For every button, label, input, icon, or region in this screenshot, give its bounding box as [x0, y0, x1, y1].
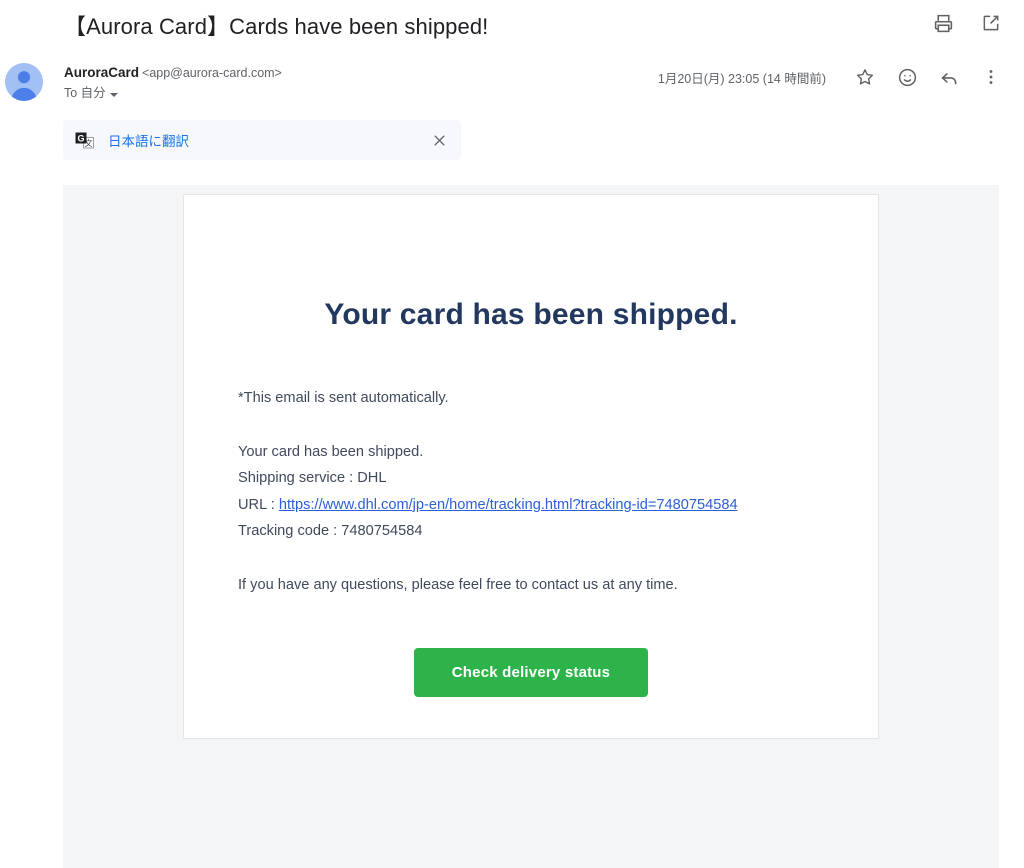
translate-bar: 文 G 日本語に翻訳 [63, 120, 461, 160]
check-delivery-status-button[interactable]: Check delivery status [413, 648, 649, 697]
shipping-service-line: Shipping service : DHL [238, 470, 387, 487]
add-reaction-icon[interactable] [896, 66, 918, 88]
tracking-url-line: URL : https://www.dhl.com/jp-en/home/tra… [238, 492, 848, 519]
email-heading: Your card has been shipped. [324, 298, 738, 331]
translate-to-japanese-link[interactable]: 日本語に翻訳 [108, 130, 189, 150]
recipient-label: To 自分 [64, 86, 106, 101]
email-content-card: Your card has been shipped. *This email … [183, 194, 879, 739]
email-text-content: *This email is sent automatically. Your … [238, 385, 848, 599]
email-body-background: Your card has been shipped. *This email … [63, 185, 999, 868]
print-icon[interactable] [932, 12, 954, 34]
cta-container: Check delivery status [184, 648, 878, 697]
url-label: URL : [238, 496, 279, 513]
subject-actions [932, 12, 1002, 34]
sender-line: AuroraCard <app@aurora-card.com> [64, 64, 282, 82]
svg-text:G: G [77, 133, 84, 143]
chevron-down-icon [109, 92, 118, 97]
recipient-details-toggle[interactable]: To 自分 [64, 85, 118, 102]
reply-icon[interactable] [938, 66, 960, 88]
contact-line: If you have any questions, please feel f… [238, 576, 678, 593]
tracking-url-link[interactable]: https://www.dhl.com/jp-en/home/tracking.… [279, 497, 738, 513]
page-title: 【Aurora Card】Cards have been shipped! [64, 14, 489, 39]
subject-row: 【Aurora Card】Cards have been shipped! [0, 0, 1024, 52]
message-header-row: AuroraCard <app@aurora-card.com> To 自分 1月… [0, 58, 1024, 114]
star-icon[interactable] [854, 66, 876, 88]
shipped-line: Your card has been shipped. [238, 443, 424, 460]
auto-send-note: *This email is sent automatically. [238, 390, 449, 406]
sender-block: AuroraCard <app@aurora-card.com> To 自分 [64, 64, 282, 104]
sender-name: AuroraCard [64, 65, 140, 80]
tracking-code-line: Tracking code : 7480754584 [238, 523, 423, 540]
message-actions: 1月20日(月) 23:05 (14 時間前) [658, 66, 1002, 88]
sender-email: <app@aurora-card.com> [142, 66, 282, 80]
more-options-icon[interactable] [980, 66, 1002, 88]
open-in-new-window-icon[interactable] [980, 12, 1002, 34]
close-icon[interactable] [429, 130, 449, 150]
message-date: 1月20日(月) 23:05 (14 時間前) [657, 71, 826, 86]
google-translate-icon: 文 G [75, 131, 94, 150]
avatar[interactable] [5, 63, 43, 101]
